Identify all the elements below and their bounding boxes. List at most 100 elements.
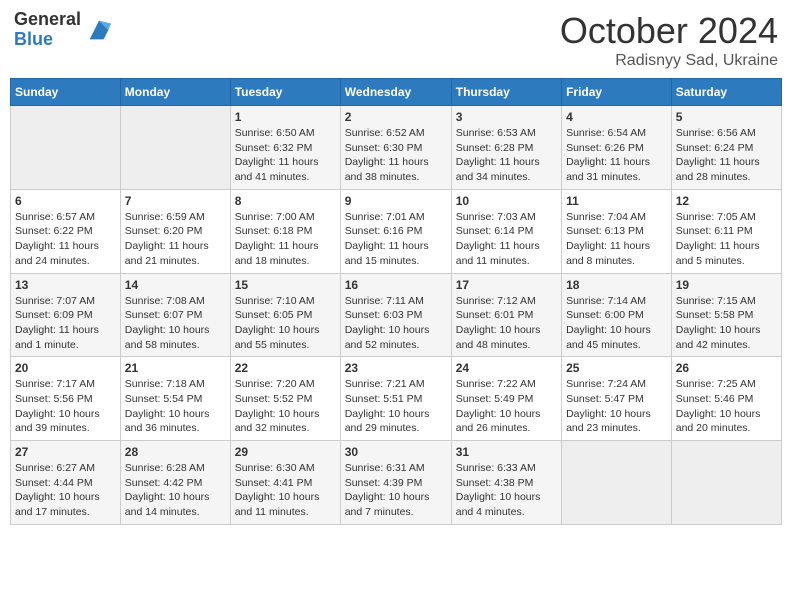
day-number: 17	[456, 278, 557, 292]
day-number: 4	[566, 110, 667, 124]
day-info: Sunrise: 6:27 AM Sunset: 4:44 PM Dayligh…	[15, 461, 116, 520]
day-of-week-header: Thursday	[451, 79, 561, 106]
day-number: 29	[235, 445, 336, 459]
day-number: 22	[235, 361, 336, 375]
day-info: Sunrise: 6:50 AM Sunset: 6:32 PM Dayligh…	[235, 126, 336, 185]
calendar-cell: 22 Sunrise: 7:20 AM Sunset: 5:52 PM Dayli…	[230, 357, 340, 441]
calendar-cell	[120, 106, 230, 190]
day-number: 13	[15, 278, 116, 292]
day-info: Sunrise: 7:17 AM Sunset: 5:56 PM Dayligh…	[15, 377, 116, 436]
day-number: 3	[456, 110, 557, 124]
day-info: Sunrise: 7:22 AM Sunset: 5:49 PM Dayligh…	[456, 377, 557, 436]
calendar-cell: 11Sunrise: 7:04 AM Sunset: 6:13 PM Dayli…	[562, 189, 672, 273]
calendar-cell: 7Sunrise: 6:59 AM Sunset: 6:20 PM Daylig…	[120, 189, 230, 273]
calendar-week-row: 6 Sunrise: 6:57 AM Sunset: 6:22 PM Daylig…	[11, 189, 782, 273]
day-of-week-header: Sunday	[11, 79, 121, 106]
day-number: 21	[125, 361, 226, 375]
calendar-cell	[671, 441, 781, 525]
day-number: 30	[345, 445, 447, 459]
day-of-week-header: Monday	[120, 79, 230, 106]
day-number: 14	[125, 278, 226, 292]
day-info: Sunrise: 7:05 AM Sunset: 6:11 PM Dayligh…	[676, 210, 777, 269]
logo-icon	[85, 16, 113, 44]
calendar-cell: 31 Sunrise: 6:33 AM Sunset: 4:38 PM Dayli…	[451, 441, 561, 525]
calendar-week-row: 1Sunrise: 6:50 AM Sunset: 6:32 PM Daylig…	[11, 106, 782, 190]
calendar-cell: 25 Sunrise: 7:24 AM Sunset: 5:47 PM Dayli…	[562, 357, 672, 441]
day-number: 12	[676, 194, 777, 208]
day-number: 11	[566, 194, 667, 208]
day-info: Sunrise: 7:20 AM Sunset: 5:52 PM Dayligh…	[235, 377, 336, 436]
day-info: Sunrise: 7:03 AM Sunset: 6:14 PM Dayligh…	[456, 210, 557, 269]
day-number: 28	[125, 445, 226, 459]
day-number: 25	[566, 361, 667, 375]
day-info: Sunrise: 6:53 AM Sunset: 6:28 PM Dayligh…	[456, 126, 557, 185]
calendar-cell: 21 Sunrise: 7:18 AM Sunset: 5:54 PM Dayli…	[120, 357, 230, 441]
calendar-week-row: 13Sunrise: 7:07 AM Sunset: 6:09 PM Dayli…	[11, 273, 782, 357]
day-info: Sunrise: 7:01 AM Sunset: 6:16 PM Dayligh…	[345, 210, 447, 269]
logo: General Blue	[14, 10, 113, 50]
day-of-week-header: Friday	[562, 79, 672, 106]
calendar-cell: 5 Sunrise: 6:56 AM Sunset: 6:24 PM Daylig…	[671, 106, 781, 190]
day-number: 18	[566, 278, 667, 292]
day-info: Sunrise: 7:11 AM Sunset: 6:03 PM Dayligh…	[345, 294, 447, 353]
calendar-cell: 4 Sunrise: 6:54 AM Sunset: 6:26 PM Daylig…	[562, 106, 672, 190]
calendar-cell: 26Sunrise: 7:25 AM Sunset: 5:46 PM Dayli…	[671, 357, 781, 441]
calendar-cell: 12 Sunrise: 7:05 AM Sunset: 6:11 PM Dayli…	[671, 189, 781, 273]
calendar-cell: 17 Sunrise: 7:12 AM Sunset: 6:01 PM Dayli…	[451, 273, 561, 357]
logo-general-text: General	[14, 10, 81, 30]
day-info: Sunrise: 6:54 AM Sunset: 6:26 PM Dayligh…	[566, 126, 667, 185]
day-number: 31	[456, 445, 557, 459]
day-number: 8	[235, 194, 336, 208]
day-info: Sunrise: 7:24 AM Sunset: 5:47 PM Dayligh…	[566, 377, 667, 436]
calendar-week-row: 27 Sunrise: 6:27 AM Sunset: 4:44 PM Dayli…	[11, 441, 782, 525]
calendar-cell: 14 Sunrise: 7:08 AM Sunset: 6:07 PM Dayli…	[120, 273, 230, 357]
day-info: Sunrise: 7:14 AM Sunset: 6:00 PM Dayligh…	[566, 294, 667, 353]
day-of-week-header: Wednesday	[340, 79, 451, 106]
day-number: 2	[345, 110, 447, 124]
calendar-week-row: 20 Sunrise: 7:17 AM Sunset: 5:56 PM Dayli…	[11, 357, 782, 441]
day-info: Sunrise: 7:08 AM Sunset: 6:07 PM Dayligh…	[125, 294, 226, 353]
month-title: October 2024	[560, 10, 778, 52]
calendar-cell: 1Sunrise: 6:50 AM Sunset: 6:32 PM Daylig…	[230, 106, 340, 190]
day-number: 26	[676, 361, 777, 375]
calendar-cell: 28Sunrise: 6:28 AM Sunset: 4:42 PM Dayli…	[120, 441, 230, 525]
calendar-cell: 8Sunrise: 7:00 AM Sunset: 6:18 PM Daylig…	[230, 189, 340, 273]
day-of-week-header: Tuesday	[230, 79, 340, 106]
calendar-cell: 19 Sunrise: 7:15 AM Sunset: 5:58 PM Dayli…	[671, 273, 781, 357]
page-header: General Blue October 2024 Radisnyy Sad, …	[10, 10, 782, 70]
day-number: 16	[345, 278, 447, 292]
day-info: Sunrise: 7:18 AM Sunset: 5:54 PM Dayligh…	[125, 377, 226, 436]
calendar-table: SundayMondayTuesdayWednesdayThursdayFrid…	[10, 78, 782, 525]
day-info: Sunrise: 6:33 AM Sunset: 4:38 PM Dayligh…	[456, 461, 557, 520]
calendar-cell: 6 Sunrise: 6:57 AM Sunset: 6:22 PM Daylig…	[11, 189, 121, 273]
day-info: Sunrise: 6:30 AM Sunset: 4:41 PM Dayligh…	[235, 461, 336, 520]
calendar-cell: 18 Sunrise: 7:14 AM Sunset: 6:00 PM Dayli…	[562, 273, 672, 357]
day-info: Sunrise: 6:52 AM Sunset: 6:30 PM Dayligh…	[345, 126, 447, 185]
day-of-week-header: Saturday	[671, 79, 781, 106]
day-number: 10	[456, 194, 557, 208]
calendar-cell: 15Sunrise: 7:10 AM Sunset: 6:05 PM Dayli…	[230, 273, 340, 357]
day-info: Sunrise: 6:57 AM Sunset: 6:22 PM Dayligh…	[15, 210, 116, 269]
day-number: 19	[676, 278, 777, 292]
day-number: 27	[15, 445, 116, 459]
calendar-cell	[11, 106, 121, 190]
day-info: Sunrise: 7:15 AM Sunset: 5:58 PM Dayligh…	[676, 294, 777, 353]
calendar-cell: 2 Sunrise: 6:52 AM Sunset: 6:30 PM Daylig…	[340, 106, 451, 190]
calendar-cell: 20 Sunrise: 7:17 AM Sunset: 5:56 PM Dayli…	[11, 357, 121, 441]
day-number: 6	[15, 194, 116, 208]
day-number: 20	[15, 361, 116, 375]
day-number: 15	[235, 278, 336, 292]
day-info: Sunrise: 6:31 AM Sunset: 4:39 PM Dayligh…	[345, 461, 447, 520]
calendar-cell: 13Sunrise: 7:07 AM Sunset: 6:09 PM Dayli…	[11, 273, 121, 357]
day-number: 9	[345, 194, 447, 208]
day-number: 5	[676, 110, 777, 124]
day-info: Sunrise: 7:21 AM Sunset: 5:51 PM Dayligh…	[345, 377, 447, 436]
calendar-cell: 27 Sunrise: 6:27 AM Sunset: 4:44 PM Dayli…	[11, 441, 121, 525]
calendar-cell: 10 Sunrise: 7:03 AM Sunset: 6:14 PM Dayli…	[451, 189, 561, 273]
title-block: October 2024 Radisnyy Sad, Ukraine	[560, 10, 778, 70]
day-info: Sunrise: 7:12 AM Sunset: 6:01 PM Dayligh…	[456, 294, 557, 353]
calendar-cell: 9 Sunrise: 7:01 AM Sunset: 6:16 PM Daylig…	[340, 189, 451, 273]
day-info: Sunrise: 6:56 AM Sunset: 6:24 PM Dayligh…	[676, 126, 777, 185]
calendar-body: 1Sunrise: 6:50 AM Sunset: 6:32 PM Daylig…	[11, 106, 782, 525]
calendar-header-row: SundayMondayTuesdayWednesdayThursdayFrid…	[11, 79, 782, 106]
